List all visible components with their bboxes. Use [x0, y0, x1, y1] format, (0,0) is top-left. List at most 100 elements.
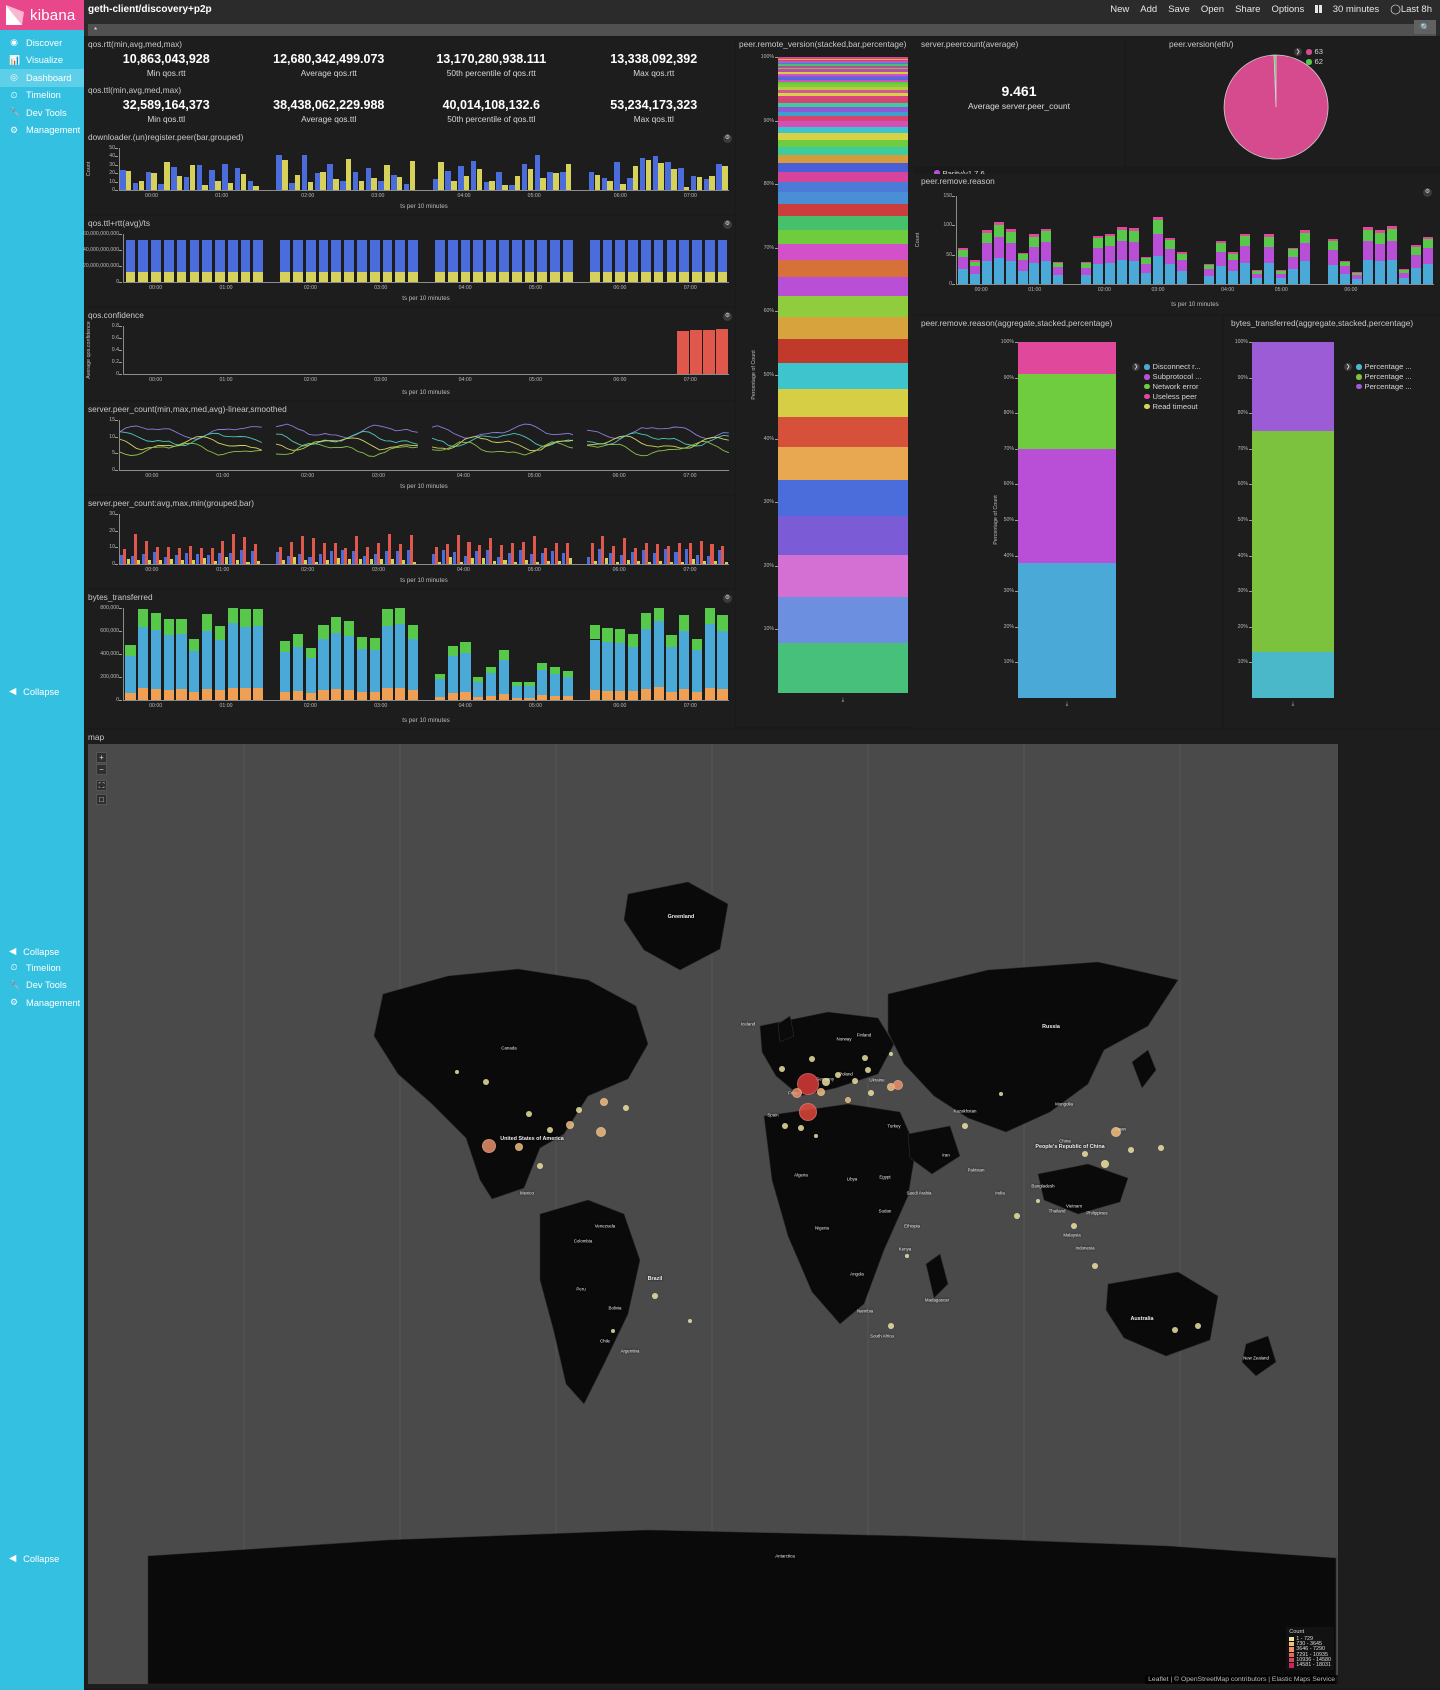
- bar-segment[interactable]: [1351, 279, 1362, 284]
- plot-area[interactable]: [124, 608, 729, 700]
- bar-segment[interactable]: [511, 271, 522, 282]
- bar[interactable]: [120, 170, 126, 190]
- bar[interactable]: [304, 560, 308, 564]
- bar-segment[interactable]: [1399, 268, 1410, 270]
- column-segment[interactable]: [778, 103, 908, 108]
- bar[interactable]: [547, 561, 551, 564]
- column-segment[interactable]: [778, 92, 908, 96]
- column-segment[interactable]: [778, 84, 908, 87]
- bar[interactable]: [489, 538, 493, 564]
- column-segment[interactable]: [778, 73, 908, 76]
- bar-segment[interactable]: [691, 692, 703, 700]
- bar[interactable]: [607, 180, 613, 190]
- column-segment[interactable]: [778, 75, 908, 78]
- column-segment[interactable]: [778, 111, 908, 117]
- bar[interactable]: [246, 562, 250, 564]
- bar[interactable]: [294, 174, 301, 190]
- bar-segment[interactable]: [704, 608, 715, 624]
- map-data-point[interactable]: [576, 1107, 582, 1113]
- column-segment[interactable]: [778, 127, 908, 134]
- bar[interactable]: [384, 165, 390, 190]
- bar-segment[interactable]: [589, 690, 600, 700]
- bar-segment[interactable]: [602, 271, 613, 282]
- bar-segment[interactable]: [549, 667, 561, 674]
- bar[interactable]: [691, 558, 695, 564]
- bar-segment[interactable]: [627, 634, 639, 647]
- bar-segment[interactable]: [1105, 233, 1116, 237]
- bar[interactable]: [489, 181, 495, 190]
- bar-segment[interactable]: [305, 657, 316, 694]
- column-segment[interactable]: [1252, 651, 1334, 698]
- legend-item[interactable]: Subprotocol ...: [1132, 372, 1222, 382]
- bar[interactable]: [671, 169, 677, 190]
- bar[interactable]: [402, 560, 406, 564]
- map-data-point[interactable]: [835, 1072, 841, 1078]
- plot-area[interactable]: [957, 196, 1434, 284]
- bar[interactable]: [532, 536, 536, 564]
- bar[interactable]: [282, 159, 288, 190]
- bar-segment[interactable]: [485, 673, 497, 696]
- bar-segment[interactable]: [473, 681, 484, 698]
- bar-segment[interactable]: [704, 239, 715, 272]
- bar-segment[interactable]: [176, 239, 187, 272]
- column-segment[interactable]: [1252, 431, 1334, 652]
- map-data-point[interactable]: [1195, 1323, 1201, 1329]
- bar-segment[interactable]: [1176, 252, 1187, 254]
- search-icon[interactable]: 🔍: [1414, 20, 1436, 34]
- bar-segment[interactable]: [1275, 270, 1286, 271]
- column-segment[interactable]: [1018, 448, 1116, 563]
- bar[interactable]: [470, 161, 477, 190]
- bar-segment[interactable]: [292, 634, 304, 647]
- qos-ttl-rtt-chart[interactable]: 0 20,000,000,000 40,000,000,000 60,000,000,…: [83, 230, 735, 304]
- map-data-point[interactable]: [814, 1134, 818, 1138]
- bar[interactable]: [213, 560, 217, 564]
- bar[interactable]: [371, 178, 377, 190]
- map-data-point[interactable]: [852, 1078, 858, 1084]
- bar-segment[interactable]: [176, 271, 187, 282]
- bar-segment[interactable]: [253, 688, 264, 700]
- map-data-point[interactable]: [600, 1098, 608, 1106]
- bar[interactable]: [676, 330, 689, 374]
- bar-segment[interactable]: [1005, 228, 1016, 232]
- column-segment[interactable]: [1018, 374, 1116, 449]
- bar-segment[interactable]: [666, 691, 677, 700]
- bar-segment[interactable]: [434, 674, 445, 680]
- bar[interactable]: [627, 177, 633, 190]
- bar-segment[interactable]: [460, 271, 471, 282]
- column-segment[interactable]: [778, 316, 908, 339]
- bar[interactable]: [409, 161, 416, 190]
- map-data-point[interactable]: [596, 1127, 606, 1137]
- column-segment[interactable]: [778, 260, 908, 278]
- bar-segment[interactable]: [189, 239, 200, 272]
- bar-segment[interactable]: [382, 608, 393, 627]
- map-data-point[interactable]: [455, 1070, 459, 1074]
- bar-segment[interactable]: [460, 652, 471, 693]
- column-segment[interactable]: [778, 216, 908, 230]
- bar-segment[interactable]: [1216, 240, 1227, 243]
- bar-segment[interactable]: [717, 630, 728, 689]
- bar[interactable]: [215, 180, 221, 190]
- bar-segment[interactable]: [1252, 273, 1263, 279]
- bar-segment[interactable]: [318, 639, 329, 691]
- bar-segment[interactable]: [1093, 263, 1104, 284]
- bar-segment[interactable]: [717, 271, 728, 282]
- bar[interactable]: [604, 558, 608, 564]
- map-data-point[interactable]: [893, 1080, 903, 1090]
- bar-segment[interactable]: [1216, 265, 1227, 284]
- bar-segment[interactable]: [537, 271, 548, 282]
- bar-segment[interactable]: [163, 271, 174, 282]
- bar-segment[interactable]: [395, 608, 406, 624]
- bar-segment[interactable]: [511, 685, 522, 698]
- bar-segment[interactable]: [1164, 264, 1175, 284]
- bar-segment[interactable]: [524, 682, 535, 686]
- bar[interactable]: [658, 162, 664, 190]
- bar[interactable]: [713, 560, 717, 564]
- column-segment[interactable]: [778, 133, 908, 140]
- map-data-point[interactable]: [1036, 1199, 1040, 1203]
- bar-segment[interactable]: [1228, 260, 1239, 271]
- bar-segment[interactable]: [447, 692, 458, 700]
- map-data-point[interactable]: [482, 1139, 496, 1153]
- bar-segment[interactable]: [627, 691, 639, 700]
- column-segment[interactable]: [778, 162, 908, 172]
- bar[interactable]: [276, 155, 282, 190]
